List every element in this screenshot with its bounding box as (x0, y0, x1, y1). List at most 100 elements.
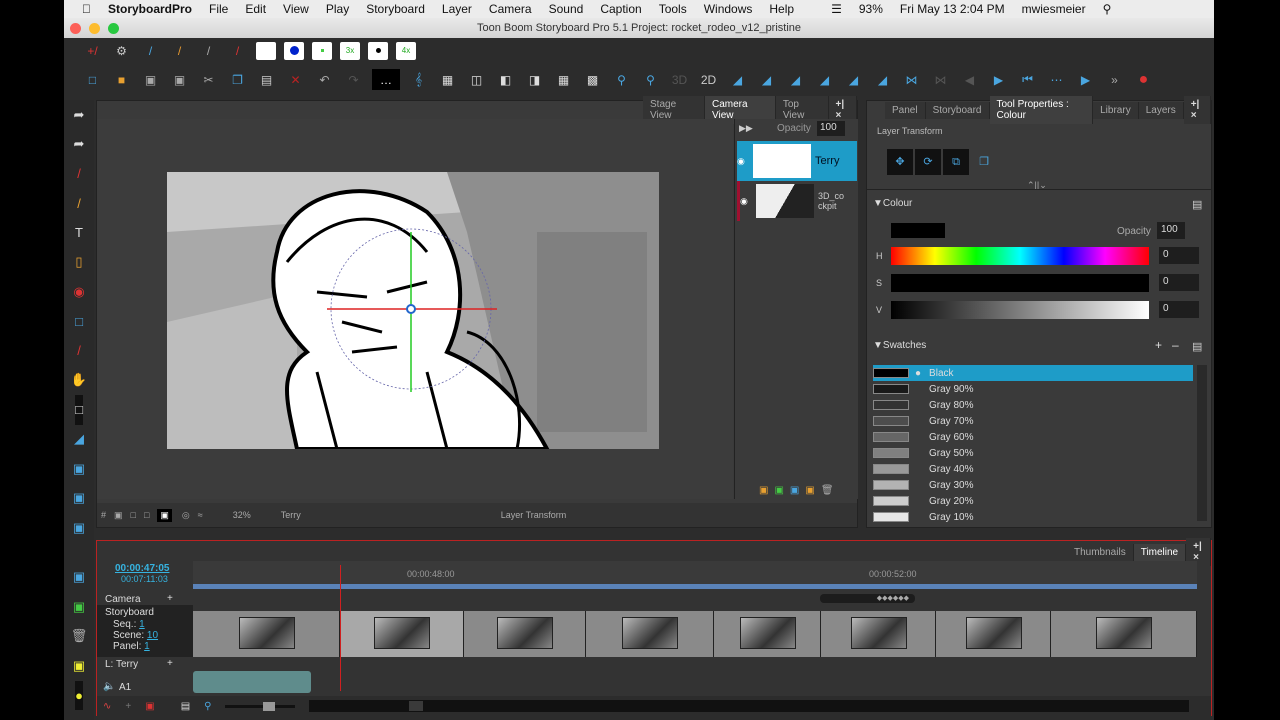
camera-tool-6-icon[interactable]: ◢ (872, 69, 893, 90)
undo-icon[interactable]: ↶ (314, 69, 335, 90)
swatch-item[interactable]: Gray 60% (873, 429, 1193, 445)
menu-storyboard[interactable]: Storyboard (366, 2, 425, 16)
brush-blue-icon[interactable]: / (140, 40, 161, 61)
tab-storyboard[interactable]: Storyboard (925, 101, 990, 119)
delete-layer-icon[interactable]: 🗑 (821, 485, 834, 496)
zoom-out-icon[interactable]: ⚲ (611, 69, 632, 90)
spotlight-icon[interactable]: ⚲ (1103, 2, 1112, 16)
seq-link[interactable]: 1 (139, 619, 145, 630)
panel-clip[interactable] (340, 611, 464, 657)
first-frame-icon[interactable]: ⏮ (1017, 69, 1038, 90)
swatch-item[interactable]: Gray 20% (873, 493, 1193, 509)
sound-tool-icon[interactable]: ● (1133, 69, 1154, 90)
camera-tool-1-icon[interactable]: ◢ (727, 69, 748, 90)
swatch-item[interactable]: Gray 30% (873, 477, 1193, 493)
panel-clip[interactable] (936, 611, 1051, 657)
panel-clip[interactable] (464, 611, 586, 657)
save-icon[interactable]: ▣ (140, 69, 161, 90)
menu-edit[interactable]: Edit (245, 2, 266, 16)
add-vector-layer-icon[interactable]: ▣ (774, 485, 783, 496)
cut-icon[interactable]: ✂ (198, 69, 219, 90)
layer-tool-2-icon[interactable]: ▣ (73, 454, 85, 484)
text-icon[interactable]: T (75, 218, 83, 248)
panel-clip[interactable] (1051, 611, 1197, 657)
sound-scrub-icon[interactable]: ∿ (103, 701, 111, 712)
close-window-button[interactable] (70, 23, 81, 34)
brush-preset-2[interactable] (284, 41, 304, 60)
layer-tool-3-icon[interactable]: ▣ (73, 484, 85, 514)
layout-4-icon[interactable]: ◨ (524, 69, 545, 90)
layer-opacity-field[interactable]: 100 (817, 121, 845, 136)
eraser-icon[interactable]: ▯ (75, 248, 82, 278)
brush-preset-3x[interactable]: 3x (340, 41, 360, 60)
swatch-item[interactable]: ● Black (873, 365, 1193, 381)
brush-orange-icon[interactable]: / (169, 40, 190, 61)
menu-sound[interactable]: Sound (549, 2, 584, 16)
menu-windows[interactable]: Windows (704, 2, 753, 16)
menu-caption[interactable]: Caption (600, 2, 641, 16)
timeline-zoom-slider[interactable] (225, 701, 296, 711)
select-icon[interactable]: ➦ (74, 100, 85, 130)
brush-preset-4x[interactable]: 4x (396, 41, 416, 60)
lightbulb-icon[interactable]: ● (75, 680, 83, 710)
swatch-menu-icon[interactable]: ▤ (1192, 340, 1202, 353)
app-menu[interactable]: StoryboardPro (108, 2, 192, 16)
apple-menu-icon[interactable]:  (82, 2, 91, 16)
brush-icon[interactable]: / (77, 159, 81, 189)
add-bitmap-layer-icon[interactable]: ▣ (790, 485, 799, 496)
add-group-icon[interactable]: ▣ (805, 485, 814, 496)
next-frame-icon[interactable]: ▶ (988, 69, 1009, 90)
swatch-scrollbar[interactable] (1197, 365, 1207, 521)
layout-2-icon[interactable]: ◫ (466, 69, 487, 90)
tab-panel[interactable]: Panel (885, 101, 926, 119)
pencil-gray-icon[interactable]: / (198, 40, 219, 61)
new-panel-icon[interactable]: ▣ (73, 563, 85, 593)
hand-icon[interactable]: ✋ (71, 366, 87, 396)
panel-clip[interactable] (193, 611, 340, 657)
add-layer-icon[interactable]: ▣ (759, 485, 768, 496)
swatch-item[interactable]: Gray 50% (873, 445, 1193, 461)
brush-red-icon[interactable]: / (227, 40, 248, 61)
brush-preset-1[interactable] (256, 41, 276, 60)
menu-play[interactable]: Play (326, 2, 349, 16)
minimize-window-button[interactable] (89, 23, 100, 34)
add-swatch-icon[interactable]: + (1155, 338, 1162, 352)
value-slider[interactable] (891, 301, 1149, 319)
rotate-icon[interactable]: ⟳ (915, 149, 941, 175)
saturation-slider[interactable] (891, 274, 1149, 292)
menu-tools[interactable]: Tools (659, 2, 687, 16)
menu-help[interactable]: Help (769, 2, 794, 16)
menu-file[interactable]: File (209, 2, 228, 16)
clock[interactable]: Fri May 13 2:04 PM (900, 2, 1005, 16)
safe-area-icon[interactable]: ▣ (114, 510, 123, 521)
swatch-item[interactable]: Gray 10% (873, 509, 1193, 525)
play-icon[interactable]: ▶ (1075, 69, 1096, 90)
translate-icon[interactable]: ✥ (887, 149, 913, 175)
table-view-icon[interactable]: ▦ (553, 69, 574, 90)
camera-stage[interactable] (97, 119, 733, 499)
more-icon[interactable]: … (372, 69, 400, 90)
play-range-bar[interactable] (193, 584, 1197, 589)
layer-row-3d-cockpit[interactable]: ◉ 3D_cockpit (737, 181, 857, 221)
timeline-scrollbar[interactable] (309, 700, 1190, 712)
colour-opacity-field[interactable]: 100 (1157, 222, 1185, 239)
panel-clip[interactable] (821, 611, 936, 657)
tab-tool-properties[interactable]: Tool Properties : Colour (989, 96, 1094, 124)
user-menu[interactable]: mwiesmeier (1022, 2, 1086, 16)
menu-view[interactable]: View (283, 2, 309, 16)
prev-frame-icon[interactable]: ◀ (959, 69, 980, 90)
tab-thumbnails[interactable]: Thumbnails (1067, 543, 1134, 561)
zoom-window-button[interactable] (108, 23, 119, 34)
save-as-icon[interactable]: ▣ (169, 69, 190, 90)
colour-section-header[interactable]: ▼Colour (873, 198, 912, 209)
tab-timeline[interactable]: Timeline (1133, 543, 1187, 561)
keyframe-view-icon[interactable]: ▩ (582, 69, 603, 90)
camera-tool-7-icon[interactable]: ⋈ (901, 69, 922, 90)
crosshair-icon[interactable]: + (125, 701, 131, 712)
scale-icon[interactable]: ⧉ (943, 149, 969, 175)
audio-clip[interactable] (193, 671, 311, 693)
contour-editor-icon[interactable]: ➦ (74, 130, 85, 160)
grid-view-icon[interactable]: ▦ (437, 69, 458, 90)
camera-tool-3-icon[interactable]: ◢ (785, 69, 806, 90)
camera-tool-5-icon[interactable]: ◢ (843, 69, 864, 90)
